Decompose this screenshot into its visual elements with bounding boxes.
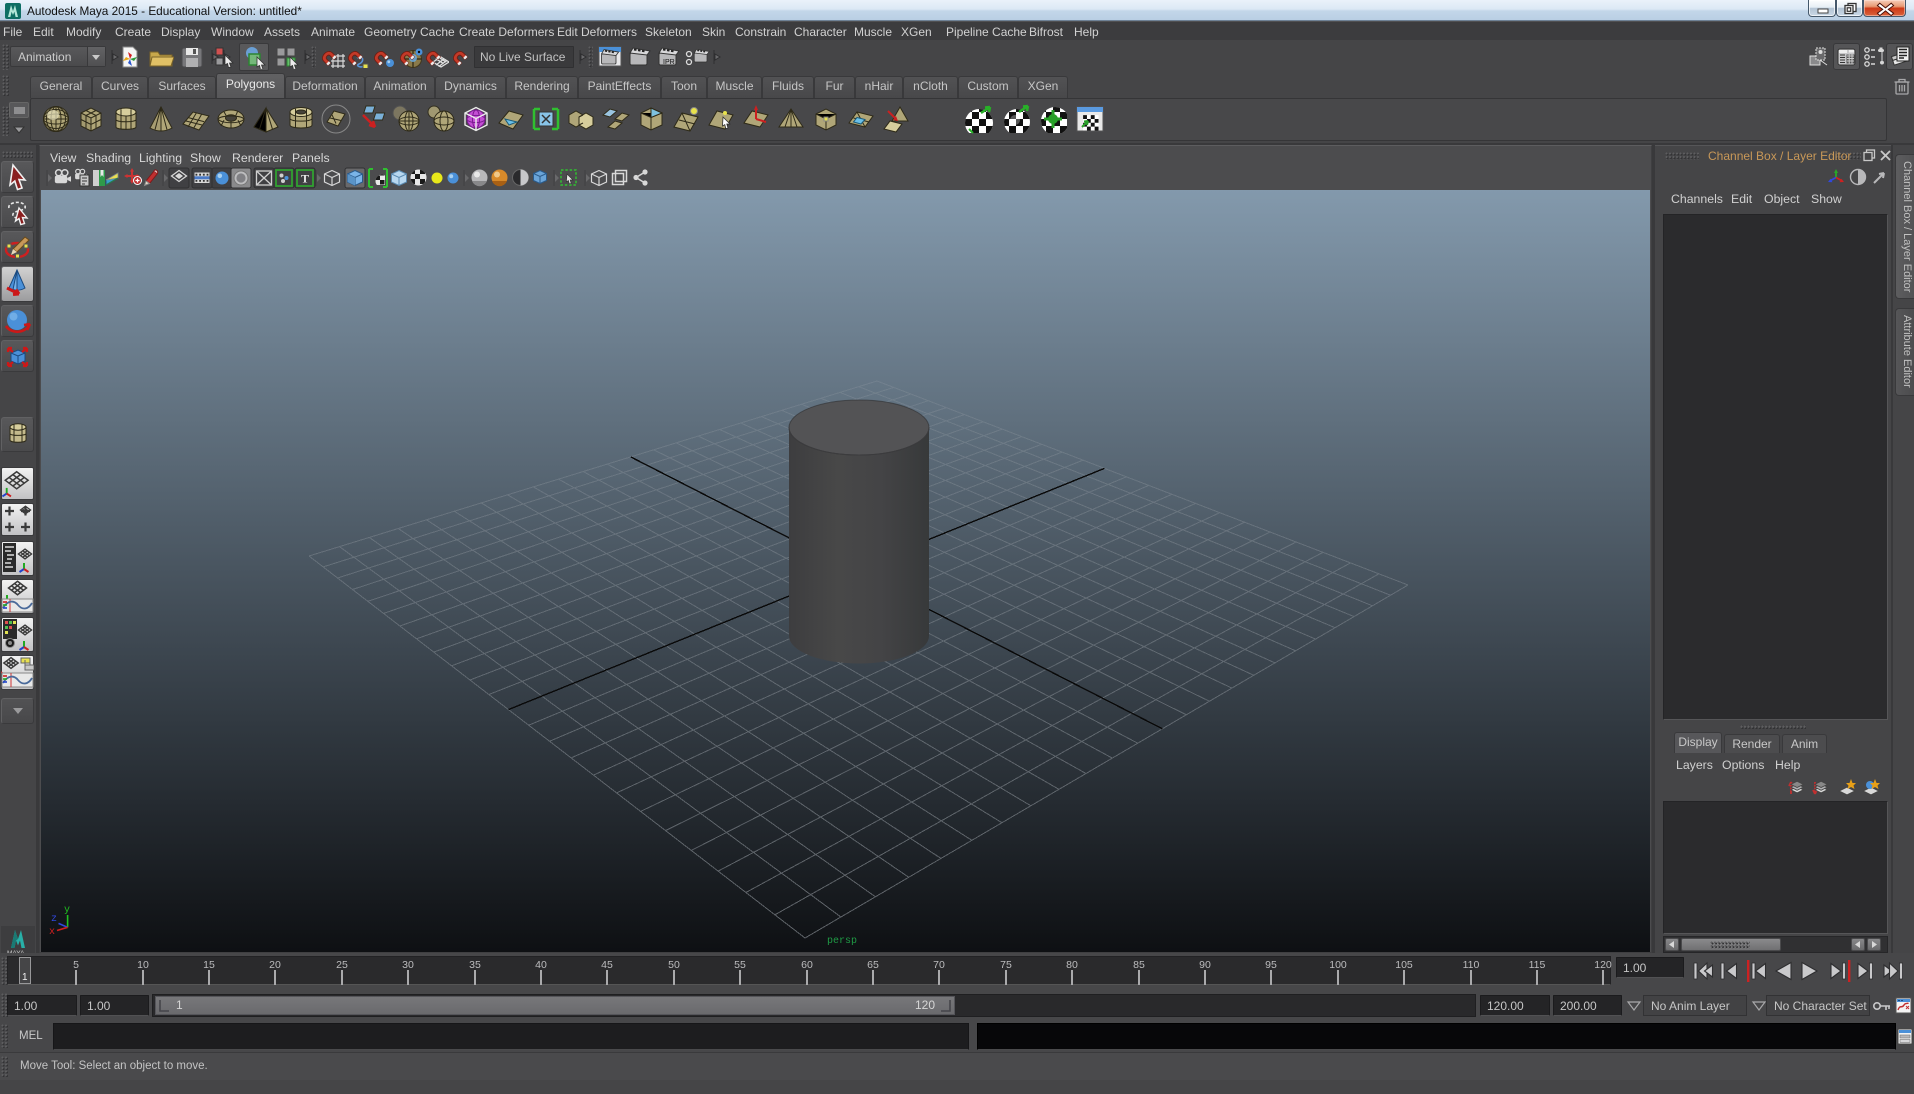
svg-text:IPR: IPR bbox=[663, 59, 675, 66]
svg-text:y: y bbox=[64, 905, 70, 916]
svg-text:T: T bbox=[301, 172, 309, 186]
svg-text:x: x bbox=[49, 927, 55, 938]
svg-text:persp: persp bbox=[827, 936, 857, 947]
svg-text:z: z bbox=[51, 914, 57, 925]
